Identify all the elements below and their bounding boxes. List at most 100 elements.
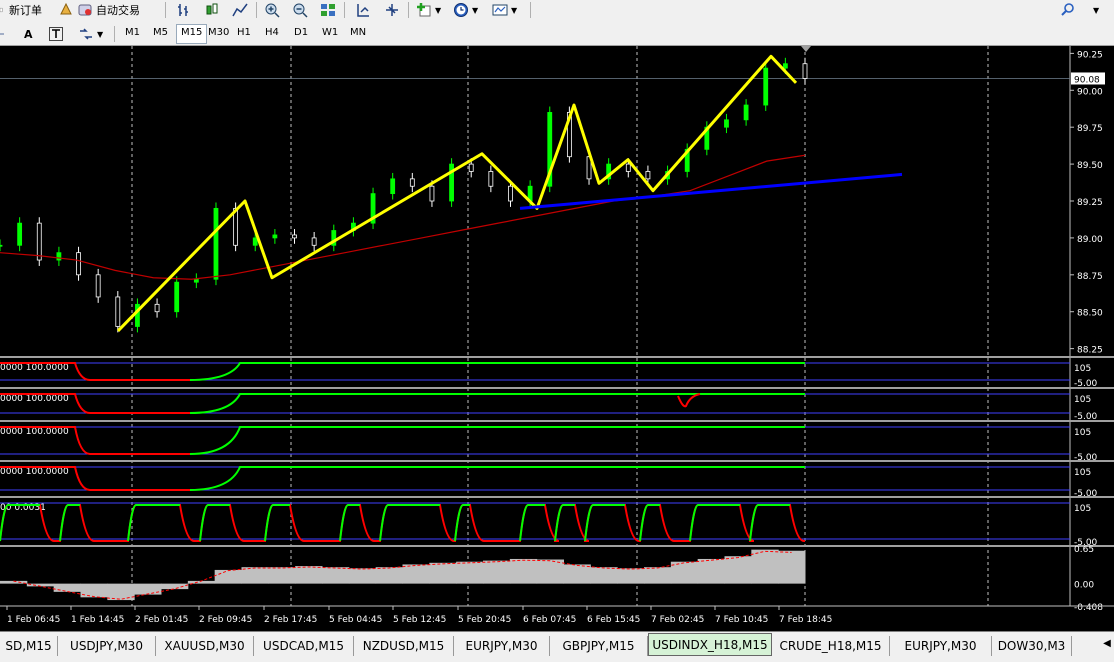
histogram-bar <box>402 564 430 584</box>
indicators-button[interactable]: ▼ <box>416 1 441 19</box>
timeframe-d1[interactable]: D1 <box>290 24 312 42</box>
histogram-bar <box>161 583 189 590</box>
candlestick-icon <box>206 3 218 15</box>
histogram-bar <box>751 549 779 584</box>
current-price-label: 90.08 <box>1074 75 1100 85</box>
new-order-label: 新订单 <box>9 4 42 17</box>
moving-average-line <box>0 154 806 280</box>
candle-body <box>17 222 23 246</box>
histogram-bar <box>375 567 403 584</box>
chart-tab[interactable]: SD,M15 <box>0 636 58 656</box>
square-wave-up <box>59 504 80 542</box>
indicator-axis-top: 105 <box>1074 395 1091 405</box>
candle-body <box>174 281 180 313</box>
bar-chart-button[interactable] <box>176 1 192 19</box>
timeframe-w1[interactable]: W1 <box>318 24 342 42</box>
arrows-button[interactable]: ▼ <box>78 25 103 43</box>
histogram-bar <box>241 567 269 584</box>
timeframe-h4[interactable]: H4 <box>261 24 283 42</box>
histogram-bar <box>348 568 377 584</box>
candle-body <box>724 119 729 128</box>
chart-tab[interactable]: USDJPY,M30 <box>58 636 156 656</box>
auto-scroll-button[interactable] <box>355 1 371 19</box>
time-tick-label: 5 Feb 12:45 <box>393 615 446 625</box>
search-button[interactable] <box>1060 1 1076 19</box>
chart-tab[interactable]: USDCAD,M15 <box>254 636 354 656</box>
price-tick-label: 88.25 <box>1077 346 1103 356</box>
chart-tab[interactable]: GBPJPY,M15 <box>550 636 648 656</box>
oscillator-up-line <box>189 362 805 381</box>
zoom-in-button[interactable] <box>264 1 280 19</box>
chart-shift-button[interactable] <box>384 1 400 19</box>
chart-tab[interactable]: NZDUSD,M15 <box>354 636 454 656</box>
histogram-bar <box>724 556 752 584</box>
chart-tab[interactable]: DOW30,M3 <box>992 636 1072 656</box>
square-wave-up <box>584 504 625 542</box>
line-chart-button[interactable] <box>232 1 248 19</box>
histogram-bar <box>670 561 699 584</box>
zoom-out-button[interactable] <box>292 1 308 19</box>
periods-button[interactable]: ▼ <box>453 1 478 19</box>
square-wave-up <box>339 504 360 542</box>
trend-line <box>519 172 903 210</box>
timeframe-m15[interactable]: M15 <box>176 24 208 44</box>
histogram-bar <box>697 558 725 584</box>
candle-chart-button[interactable] <box>204 1 220 19</box>
square-wave-up <box>689 504 740 542</box>
timeframe-h1[interactable]: H1 <box>233 24 255 42</box>
histogram-bar <box>536 559 564 584</box>
candle-body <box>645 171 651 180</box>
templates-button[interactable]: ▼ <box>492 1 517 19</box>
chevron-down-icon: ▼ <box>511 5 518 15</box>
chart-tab[interactable]: EURJPY,M30 <box>890 636 992 656</box>
histogram-bar <box>590 567 618 584</box>
chart-window[interactable]: 90.25 90.00 89.75 89.50 89.25 89.00 88.75 88.50… <box>0 46 1114 631</box>
indicator-value-label: 0000 100.0000 <box>0 394 69 404</box>
price-tick-label: 89.75 <box>1077 124 1103 134</box>
histogram-bar <box>107 583 135 601</box>
horizontal-line-icon <box>0 33 4 35</box>
chart-tab[interactable]: USDINDX_H18,M15 <box>648 633 772 656</box>
autotrade-icon <box>78 4 92 16</box>
chart-shift-marker <box>801 46 811 52</box>
histogram-axis-label: -0.408 <box>1074 603 1103 613</box>
chart-canvas[interactable]: 90.25 90.00 89.75 89.50 89.25 89.00 88.75 88.50… <box>0 46 1114 631</box>
timeframe-mn[interactable]: MN <box>346 24 370 42</box>
indicator-value-label: 0000 100.0000 <box>0 467 69 477</box>
candle-body <box>76 252 81 276</box>
candle-body <box>468 163 474 172</box>
search-options-button[interactable]: ▼ <box>1093 1 1099 19</box>
horizontal-line-button[interactable] <box>0 25 8 43</box>
candle-body <box>252 237 258 246</box>
candle-body <box>782 63 788 69</box>
chart-tab-bar: SD,M15 USDJPY,M30 XAUUSD,M30 USDCAD,M15 NZDU… <box>0 631 1114 662</box>
square-wave-up <box>199 504 230 542</box>
timeframe-m1[interactable]: M1 <box>121 24 144 42</box>
time-tick-label: 7 Feb 02:45 <box>651 615 704 625</box>
timeframe-m30[interactable]: M30 <box>204 24 233 42</box>
timeframe-m5[interactable]: M5 <box>149 24 172 42</box>
time-tick-label: 7 Feb 10:45 <box>715 615 768 625</box>
text-label-icon <box>49 27 63 41</box>
indicator-axis-top: 105 <box>1074 364 1091 374</box>
candle-body <box>115 296 121 327</box>
time-tick-label: 5 Feb 04:45 <box>329 615 382 625</box>
square-wave-up <box>379 504 440 542</box>
autotrade-label: 自动交易 <box>96 4 140 17</box>
square-wave-up <box>519 504 545 542</box>
candle-body <box>292 234 297 239</box>
new-order-button[interactable]: 新订单 <box>0 1 42 19</box>
oscillator-up-line <box>189 466 805 491</box>
price-tick-label: 88.50 <box>1077 309 1103 319</box>
tile-windows-button[interactable] <box>320 1 336 19</box>
tab-scroll-left-icon[interactable]: ◀ <box>1100 638 1114 656</box>
autotrade-button[interactable]: 自动交易 <box>58 1 140 19</box>
chart-tab[interactable]: CRUDE_H18,M15 <box>772 636 890 656</box>
text-label-button[interactable] <box>48 25 64 43</box>
chart-tab[interactable]: XAUUSD,M30 <box>156 636 254 656</box>
chart-tab[interactable]: EURJPY,M30 <box>454 636 550 656</box>
candle-body <box>409 178 415 187</box>
price-tick-label: 89.25 <box>1077 198 1103 208</box>
text-tool-button[interactable]: A <box>24 25 33 43</box>
auto-scroll-icon <box>357 4 369 17</box>
